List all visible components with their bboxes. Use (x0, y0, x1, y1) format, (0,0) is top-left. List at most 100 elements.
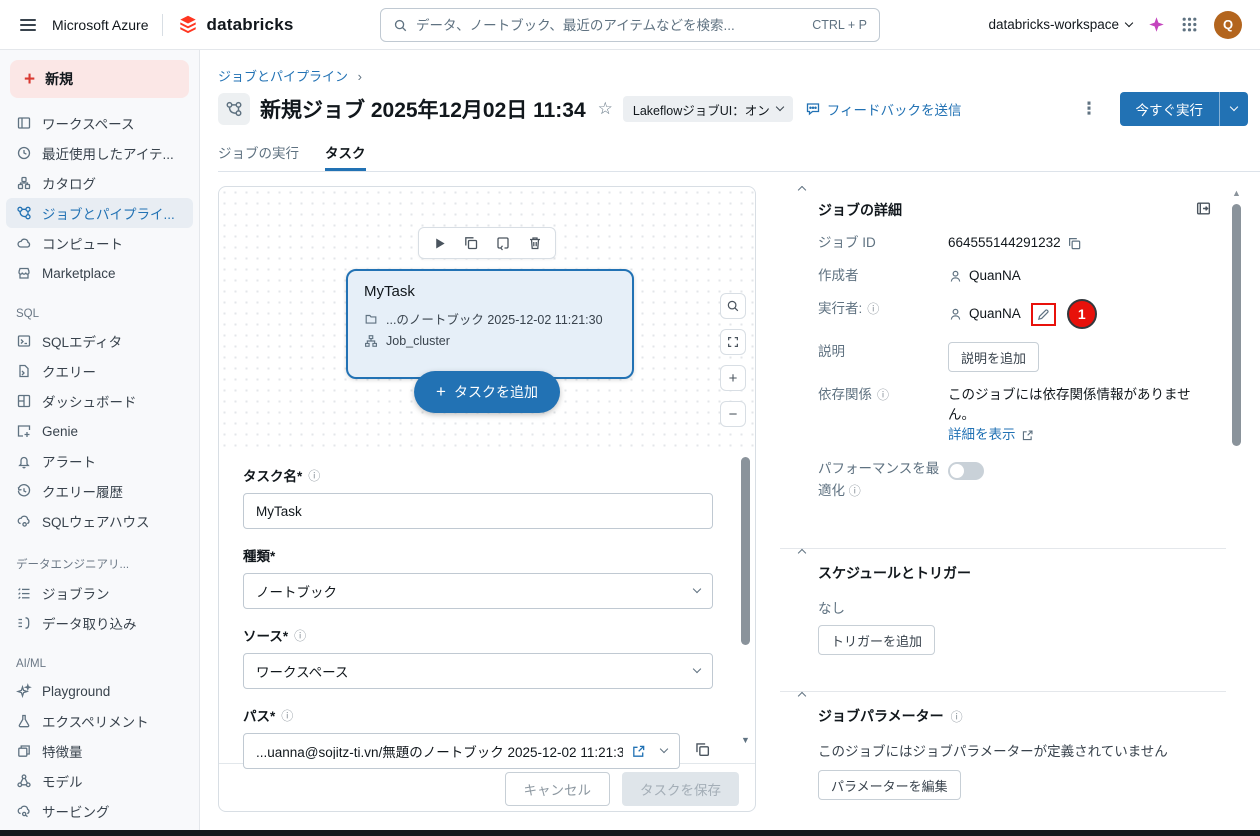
dag-canvas[interactable]: MyTask ...のノートブック 2025-12-02 11:21:30 Jo… (219, 187, 755, 451)
source-select[interactable]: ワークスペース (243, 653, 713, 689)
job-icon (218, 93, 250, 125)
copy-icon[interactable] (1067, 236, 1082, 251)
creator-value: QuanNA (969, 266, 1021, 286)
add-task-button[interactable]: + タスクを追加 (414, 371, 560, 413)
collapse-section-icon[interactable] (798, 549, 806, 557)
ingestion-icon (16, 615, 32, 631)
run-task-icon[interactable] (425, 230, 453, 256)
task-editor-card: MyTask ...のノートブック 2025-12-02 11:21:30 Jo… (218, 186, 756, 812)
lakeflow-ui-toggle[interactable]: LakeflowジョブUI：オン (623, 96, 793, 122)
job-details-panel: ジョブの詳細 ジョブ ID 664555144291232 作成者 QuanN (780, 186, 1226, 830)
cancel-button[interactable]: キャンセル (505, 772, 611, 806)
apps-grid-icon[interactable] (1181, 16, 1198, 33)
edit-run-as-highlight[interactable] (1031, 303, 1056, 326)
add-trigger-button[interactable]: トリガーを追加 (818, 625, 935, 655)
lineage-details-link[interactable]: 詳細を表示 (948, 425, 1034, 445)
fit-view-icon[interactable] (720, 329, 746, 355)
copy-path-button[interactable] (692, 739, 713, 763)
collapse-section-icon[interactable] (798, 692, 806, 700)
pencil-icon[interactable] (1036, 307, 1051, 322)
sidebar-item-playground[interactable]: Playground (6, 676, 193, 706)
details-scrollbar[interactable]: ▲ (1232, 190, 1241, 610)
hamburger-menu-icon[interactable] (18, 15, 38, 35)
save-task-button[interactable]: タスクを保存 (622, 772, 739, 806)
path-field (243, 733, 680, 769)
run-now-button[interactable]: 今すぐ実行 (1120, 92, 1249, 126)
scroll-down-icon[interactable]: ▼ (741, 735, 750, 745)
lineage-label: 依存関係 ⓘ (818, 385, 948, 445)
sidebar-item-genie[interactable]: Genie (6, 416, 193, 446)
sidebar-item-catalog[interactable]: カタログ (6, 168, 193, 198)
assistant-sparkle-icon[interactable] (1148, 16, 1165, 33)
kebab-menu-icon[interactable]: ⋮ (1071, 99, 1108, 119)
new-button[interactable]: + 新規 (10, 60, 189, 98)
task-node-name: MyTask (364, 283, 616, 300)
scroll-up-icon[interactable]: ▲ (1232, 188, 1241, 198)
performance-label: パフォーマンスを最適化 ⓘ (818, 458, 948, 502)
main-content: ジョブとパイプライン › 新規ジョブ 2025年12月02日 11:34 ☆ L… (200, 50, 1260, 830)
sidebar-item-features[interactable]: 特徴量 (6, 736, 193, 766)
edit-parameters-button[interactable]: パラメーターを編集 (818, 770, 961, 800)
collapse-panel-icon[interactable] (1195, 200, 1212, 222)
sidebar-item-job-runs[interactable]: ジョブラン (6, 578, 193, 608)
scrollbar-thumb[interactable] (741, 457, 750, 645)
type-select[interactable]: ノートブック (243, 573, 713, 609)
genie-icon (16, 423, 32, 439)
sidebar-item-jobs-pipelines[interactable]: ジョブとパイプライ... (6, 198, 193, 228)
parameters-title: ジョブパラメーター ⓘ (818, 706, 1206, 726)
task-node[interactable]: MyTask ...のノートブック 2025-12-02 11:21:30 Jo… (346, 269, 634, 379)
task-name-field (243, 493, 713, 529)
sidebar-item-data-ingestion[interactable]: データ取り込み (6, 608, 193, 638)
cluster-icon (364, 334, 378, 348)
form-scrollbar[interactable]: ▼ (741, 457, 750, 739)
performance-row: パフォーマンスを最適化 ⓘ (818, 458, 1206, 502)
tab-job-runs[interactable]: ジョブの実行 (218, 142, 299, 171)
performance-toggle[interactable] (948, 462, 984, 480)
canvas-search-icon[interactable] (720, 293, 746, 319)
job-id-row: ジョブ ID 664555144291232 (818, 233, 1206, 253)
search-input[interactable] (416, 18, 804, 33)
catalog-icon (16, 175, 32, 191)
sidebar-item-experiments[interactable]: エクスペリメント (6, 706, 193, 736)
type-label: 種類* (243, 545, 713, 565)
open-notebook-icon[interactable] (631, 744, 646, 759)
sidebar-item-serving[interactable]: サービング (6, 796, 193, 826)
collapse-section-icon[interactable] (798, 186, 806, 194)
avatar[interactable]: Q (1214, 11, 1242, 39)
path-dropdown-chevron-icon[interactable] (660, 745, 668, 753)
clone-task-icon[interactable] (457, 230, 485, 256)
task-name-input[interactable] (256, 504, 700, 519)
scrollbar-thumb[interactable] (1232, 204, 1241, 446)
sidebar-item-workspace[interactable]: ワークスペース (6, 108, 193, 138)
breadcrumb-link-jobs[interactable]: ジョブとパイプライン (218, 69, 348, 84)
dashboard-icon (16, 393, 32, 409)
parameters-empty-text: このジョブにはジョブパラメーターが定義されていません (818, 740, 1206, 760)
new-button-label: 新規 (45, 69, 73, 89)
tab-tasks[interactable]: タスク (325, 142, 366, 171)
sidebar-item-dashboards[interactable]: ダッシュボード (6, 386, 193, 416)
sidebar-item-models[interactable]: モデル (6, 766, 193, 796)
sidebar-item-marketplace[interactable]: Marketplace (6, 258, 193, 288)
swap-task-icon[interactable] (489, 230, 517, 256)
sidebar-item-alerts[interactable]: アラート (6, 446, 193, 476)
sidebar-item-query-history[interactable]: クエリー履歴 (6, 476, 193, 506)
add-description-button[interactable]: 説明を追加 (948, 342, 1039, 372)
workspace-switcher[interactable]: databricks-workspace (988, 17, 1132, 32)
sidebar-item-compute[interactable]: コンピュート (6, 228, 193, 258)
zoom-in-icon[interactable]: + (720, 365, 746, 391)
zoom-out-icon[interactable]: − (720, 401, 746, 427)
run-as-row: 実行者: ⓘ QuanNA 1 (818, 299, 1206, 329)
sidebar-item-sql-warehouses[interactable]: SQLウェアハウス (6, 506, 193, 536)
sql-editor-icon (16, 333, 32, 349)
feedback-link[interactable]: フィードバックを送信 (805, 99, 962, 119)
favorite-star-icon[interactable]: ☆ (598, 99, 613, 119)
section-job-details: ジョブの詳細 ジョブ ID 664555144291232 作成者 QuanN (780, 186, 1226, 548)
sidebar-item-queries[interactable]: クエリー (6, 356, 193, 386)
run-options-chevron-icon[interactable] (1220, 92, 1248, 126)
sidebar-item-sql-editor[interactable]: SQLエディタ (6, 326, 193, 356)
path-input[interactable] (256, 744, 623, 759)
sidebar-item-recents[interactable]: 最近使用したアイテ... (6, 138, 193, 168)
databricks-logo[interactable]: databricks (177, 14, 293, 36)
delete-task-icon[interactable] (521, 230, 549, 256)
global-search[interactable]: CTRL + P (380, 8, 880, 42)
